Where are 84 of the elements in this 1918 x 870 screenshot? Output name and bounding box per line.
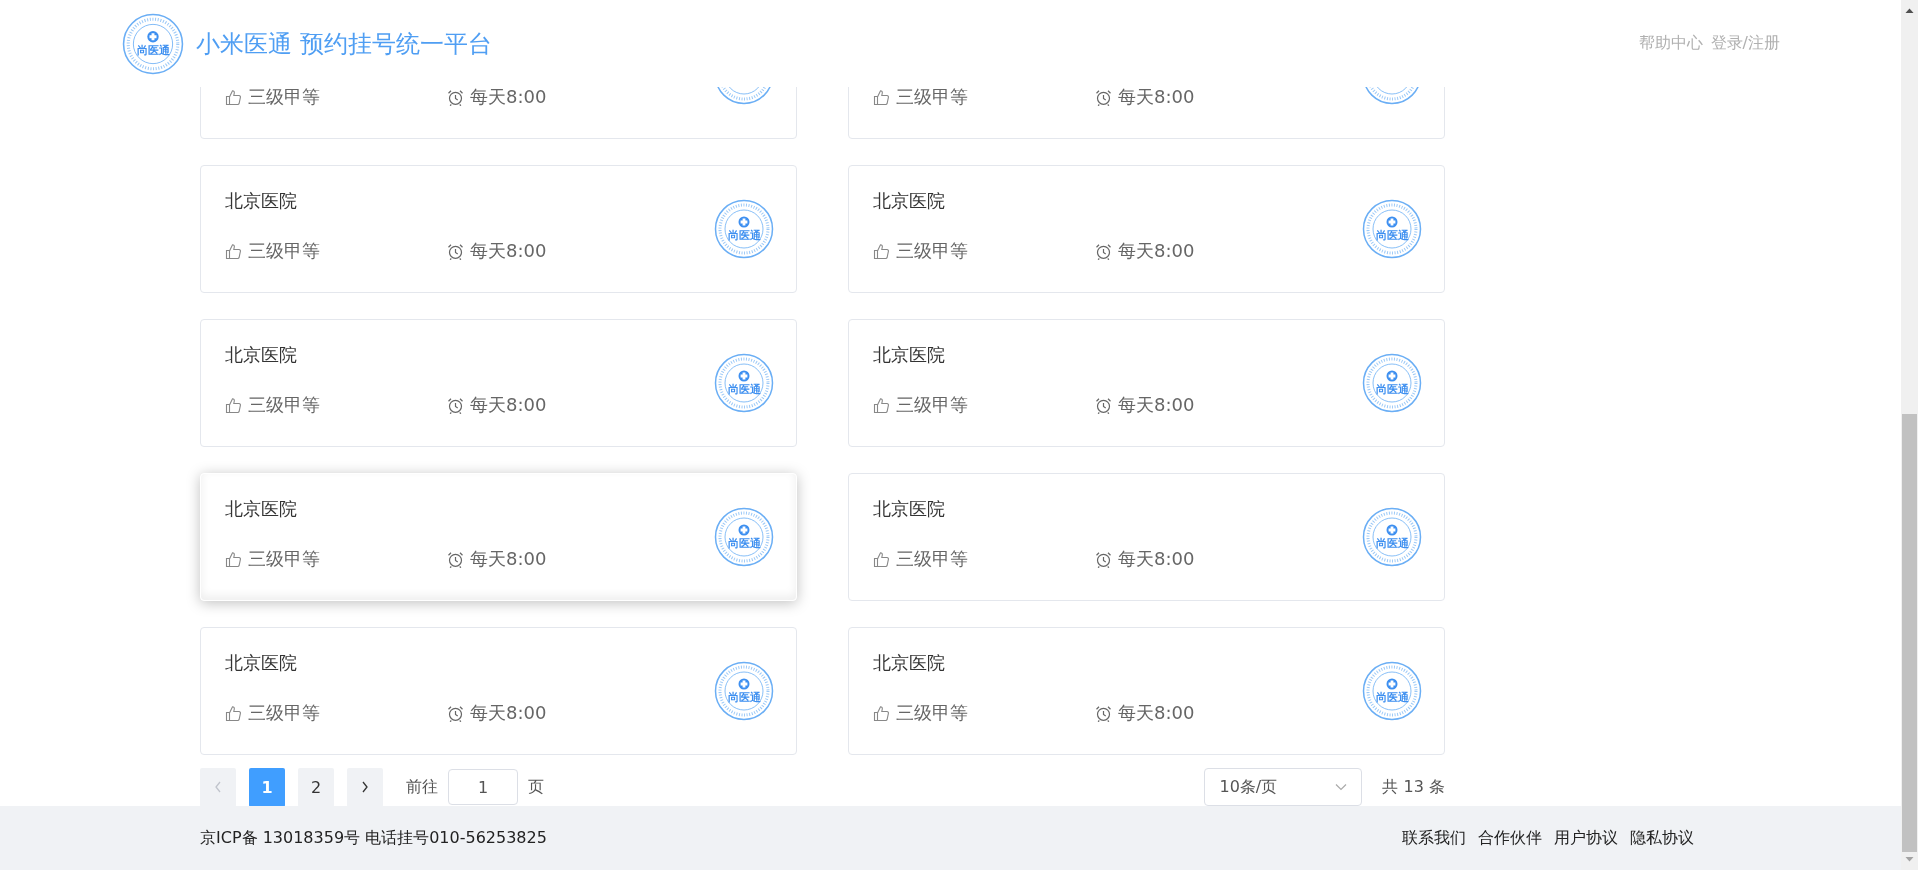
hospital-name: 北京医院 xyxy=(873,497,946,521)
hospital-name: 北京医院 xyxy=(225,497,298,521)
hospital-logo-icon: 尚医通 xyxy=(1362,199,1422,259)
hospital-card[interactable]: 北京医院 三级甲等 每天8:00 尚医通 xyxy=(200,627,797,755)
goto-label: 前往 xyxy=(406,776,438,798)
thumbs-up-icon xyxy=(873,550,890,568)
page-size-select[interactable]: 10条/页 xyxy=(1204,768,1363,806)
hospital-name: 北京医院 xyxy=(225,651,298,675)
open-time: 每天8:00 xyxy=(1118,239,1195,263)
alarm-clock-icon xyxy=(447,550,464,568)
hospital-name: 北京医院 xyxy=(225,189,298,213)
hospital-grade: 三级甲等 xyxy=(248,239,320,263)
hospital-logo-icon: 尚医通 xyxy=(1362,507,1422,567)
hospital-card[interactable]: 三级甲等 每天8:00 xyxy=(848,87,1445,139)
footer-link[interactable]: 合作伙伴 xyxy=(1478,827,1542,849)
hospital-logo-icon: 尚医通 xyxy=(714,353,774,413)
hospital-card[interactable]: 北京医院 三级甲等 每天8:00 尚医通 xyxy=(848,319,1445,447)
thumbs-up-icon xyxy=(225,88,242,106)
hospital-logo-icon: 尚医通 xyxy=(1362,661,1422,721)
hospital-card[interactable]: 北京医院 三级甲等 每天8:00 尚医通 xyxy=(200,165,797,293)
hospital-grade: 三级甲等 xyxy=(248,87,320,109)
hospital-logo-icon: 尚医通 xyxy=(714,507,774,567)
alarm-clock-icon xyxy=(1095,396,1112,414)
hospital-grade: 三级甲等 xyxy=(896,547,968,571)
hospital-logo-icon: 尚医通 xyxy=(714,199,774,259)
open-time: 每天8:00 xyxy=(470,547,547,571)
hospital-grade: 三级甲等 xyxy=(896,701,968,725)
hospital-logo-icon: 尚医通 xyxy=(122,12,184,75)
next-page-button[interactable] xyxy=(347,767,383,806)
hospital-grade: 三级甲等 xyxy=(896,87,968,109)
hospital-logo-icon: 尚医通 xyxy=(714,661,774,721)
hospital-card[interactable]: 北京医院 三级甲等 每天8:00 尚医通 xyxy=(848,473,1445,601)
hospital-name: 北京医院 xyxy=(873,343,946,367)
alarm-clock-icon xyxy=(447,88,464,106)
thumbs-up-icon xyxy=(873,396,890,414)
alarm-clock-icon xyxy=(1095,242,1112,260)
hospital-card[interactable]: 北京医院 三级甲等 每天8:00 尚医通 xyxy=(848,165,1445,293)
site-title: 小米医通 预约挂号统一平台 xyxy=(196,28,492,60)
open-time: 每天8:00 xyxy=(470,393,547,417)
hospital-grade: 三级甲等 xyxy=(248,393,320,417)
hospital-card[interactable]: 北京医院 三级甲等 每天8:00 尚医通 xyxy=(200,473,797,601)
chevron-left-icon xyxy=(214,781,222,793)
thumbs-up-icon xyxy=(225,242,242,260)
alarm-clock-icon xyxy=(447,396,464,414)
thumbs-up-icon xyxy=(873,88,890,106)
footer-link[interactable]: 联系我们 xyxy=(1402,827,1466,849)
hospital-grade: 三级甲等 xyxy=(896,239,968,263)
hospital-name: 北京医院 xyxy=(873,651,946,675)
thumbs-up-icon xyxy=(873,242,890,260)
page-input[interactable]: 1 xyxy=(448,769,518,805)
hospital-card[interactable]: 北京医院 三级甲等 每天8:00 尚医通 xyxy=(848,627,1445,755)
thumbs-up-icon xyxy=(225,704,242,722)
alarm-clock-icon xyxy=(447,242,464,260)
hospital-name: 北京医院 xyxy=(225,343,298,367)
hospital-grade: 三级甲等 xyxy=(248,701,320,725)
alarm-clock-icon xyxy=(1095,550,1112,568)
hospital-card[interactable]: 三级甲等 每天8:00 xyxy=(200,87,797,139)
alarm-clock-icon xyxy=(1095,88,1112,106)
footer-link[interactable]: 用户协议 xyxy=(1554,827,1618,849)
open-time: 每天8:00 xyxy=(1118,547,1195,571)
hospital-card[interactable]: 北京医院 三级甲等 每天8:00 尚医通 xyxy=(200,319,797,447)
hospital-logo-icon: 尚医通 xyxy=(1362,353,1422,413)
hospital-grade: 三级甲等 xyxy=(248,547,320,571)
alarm-clock-icon xyxy=(447,704,464,722)
icp-info: 京ICP备 13018359号 电话挂号010-56253825 xyxy=(200,827,547,849)
chevron-right-icon xyxy=(361,781,369,793)
scrollbar[interactable] xyxy=(1901,0,1918,870)
open-time: 每天8:00 xyxy=(1118,701,1195,725)
hospital-grade: 三级甲等 xyxy=(896,393,968,417)
open-time: 每天8:00 xyxy=(1118,393,1195,417)
thumbs-up-icon xyxy=(225,396,242,414)
thumbs-up-icon xyxy=(873,704,890,722)
page-button[interactable]: 2 xyxy=(298,767,334,806)
footer-link[interactable]: 隐私协议 xyxy=(1630,827,1694,849)
hospital-name: 北京医院 xyxy=(873,189,946,213)
alarm-clock-icon xyxy=(1095,704,1112,722)
open-time: 每天8:00 xyxy=(470,239,547,263)
open-time: 每天8:00 xyxy=(470,87,547,109)
open-time: 每天8:00 xyxy=(470,701,547,725)
chevron-down-icon xyxy=(1335,783,1348,791)
page-unit-label: 页 xyxy=(528,776,544,798)
thumbs-up-icon xyxy=(225,550,242,568)
open-time: 每天8:00 xyxy=(1118,87,1195,109)
total-count: 共 13 条 xyxy=(1382,776,1445,798)
